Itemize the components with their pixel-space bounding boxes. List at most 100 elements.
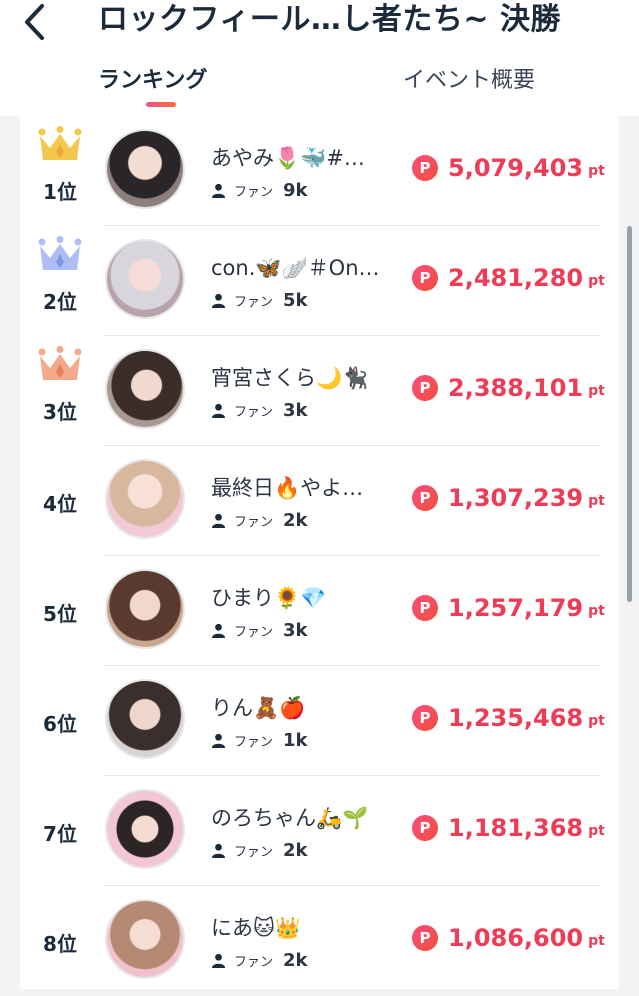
avatar[interactable]: [105, 789, 185, 869]
points-unit: pt: [588, 713, 605, 729]
point-badge-icon: P: [412, 485, 438, 511]
person-icon: [211, 403, 226, 418]
ranking-row[interactable]: 6位 りん🧸🍎 ファン 1k P 1,235,468 pt: [20, 666, 619, 776]
person-icon: [211, 183, 226, 198]
points-unit: pt: [588, 273, 605, 289]
rank-label: 1位: [43, 180, 77, 204]
point-badge-icon: P: [412, 265, 438, 291]
fan-count: ファン 3k: [211, 400, 308, 421]
back-button[interactable]: [14, 0, 54, 44]
fan-label: ファン: [234, 515, 274, 530]
points-unit: pt: [588, 383, 605, 399]
fan-count: ファン 5k: [211, 290, 308, 311]
page-title: ロックフィール…し者たち~ 決勝: [98, 2, 561, 37]
avatar[interactable]: [105, 349, 185, 429]
fan-label: ファン: [234, 955, 274, 970]
fan-label: ファン: [234, 185, 274, 200]
points-unit: pt: [588, 493, 605, 509]
point-badge-icon: P: [412, 705, 438, 731]
points-value: 1,257,179: [448, 594, 584, 622]
user-name[interactable]: con.🦋🪽＃On…: [211, 252, 409, 282]
fan-label: ファン: [234, 405, 274, 420]
fan-value: 1k: [283, 730, 308, 751]
rank-label: 6位: [43, 712, 77, 736]
avatar[interactable]: [105, 899, 185, 979]
ranking-row[interactable]: 5位 ひまり🌻💎 ファン 3k P 1,257,179 pt: [20, 556, 619, 666]
points-value: 5,079,403: [448, 154, 584, 182]
points: P 1,181,368 pt: [412, 814, 605, 842]
ranking-row[interactable]: 3位 宵宮さくら🌙🐈‍⬛ ファン 3k P 2,388,101 pt: [20, 336, 619, 446]
person-icon: [211, 623, 226, 638]
avatar[interactable]: [105, 459, 185, 539]
points-value: 1,307,239: [448, 484, 584, 512]
points: P 1,307,239 pt: [412, 484, 605, 512]
point-badge-icon: P: [412, 375, 438, 401]
points: P 2,481,280 pt: [412, 264, 605, 292]
points-value: 2,388,101: [448, 374, 584, 402]
ranking-row[interactable]: 1位 あやみ🌷🐳#… ファン 9k P 5,079,403 pt: [20, 116, 619, 226]
points: P 5,079,403 pt: [412, 154, 605, 182]
fan-value: 2k: [283, 950, 308, 971]
fan-label: ファン: [234, 845, 274, 860]
points-value: 1,181,368: [448, 814, 584, 842]
user-name[interactable]: あやみ🌷🐳#…: [211, 142, 409, 172]
fan-label: ファン: [234, 625, 274, 640]
user-name[interactable]: 最終日🔥やよ…: [211, 472, 409, 502]
chevron-left-icon: [25, 4, 44, 40]
ranking-row[interactable]: 2位 con.🦋🪽＃On… ファン 5k P 2,481,280 pt: [20, 226, 619, 336]
ranking-row[interactable]: 4位 最終日🔥やよ… ファン 2k P 1,307,239 pt: [20, 446, 619, 556]
tab-event-overview[interactable]: イベント概要: [403, 66, 535, 96]
rank-label: 7位: [43, 822, 77, 846]
person-icon: [211, 843, 226, 858]
user-name[interactable]: 宵宮さくら🌙🐈‍⬛: [211, 362, 409, 392]
user-name[interactable]: のろちゃん🛵🌱: [211, 802, 409, 832]
ranking-row[interactable]: 8位 にあ🐱👑 ファン 2k P 1,086,600 pt: [20, 886, 619, 996]
rank-label: 3位: [43, 400, 77, 424]
crown-icon: [38, 346, 82, 380]
user-name[interactable]: にあ🐱👑: [211, 912, 409, 942]
points-unit: pt: [588, 823, 605, 839]
fan-count: ファン 2k: [211, 840, 308, 861]
points-unit: pt: [588, 603, 605, 619]
point-badge-icon: P: [412, 595, 438, 621]
fan-value: 3k: [283, 620, 308, 641]
points-value: 1,235,468: [448, 704, 584, 732]
rank-label: 8位: [43, 932, 77, 956]
points: P 1,086,600 pt: [412, 924, 605, 952]
points-unit: pt: [588, 933, 605, 949]
user-name[interactable]: りん🧸🍎: [211, 692, 409, 722]
fan-count: ファン 3k: [211, 620, 308, 641]
points-unit: pt: [588, 163, 605, 179]
tab-ranking[interactable]: ランキング: [98, 66, 207, 96]
active-tab-indicator: [146, 102, 176, 107]
crown-icon: [38, 126, 82, 160]
fan-count: ファン 9k: [211, 180, 308, 201]
user-name[interactable]: ひまり🌻💎: [211, 582, 409, 612]
fan-count: ファン 1k: [211, 730, 308, 751]
app-header: ロックフィール…し者たち~ 決勝 ランキング イベント概要: [0, 0, 639, 116]
point-badge-icon: P: [412, 815, 438, 841]
avatar[interactable]: [105, 679, 185, 759]
points-value: 2,481,280: [448, 264, 584, 292]
rank-label: 4位: [43, 492, 77, 516]
points: P 1,257,179 pt: [412, 594, 605, 622]
person-icon: [211, 513, 226, 528]
fan-value: 2k: [283, 510, 308, 531]
fan-value: 9k: [283, 180, 308, 201]
fan-value: 5k: [283, 290, 308, 311]
avatar[interactable]: [105, 569, 185, 649]
points-value: 1,086,600: [448, 924, 584, 952]
avatar[interactable]: [105, 129, 185, 209]
crown-icon: [38, 236, 82, 270]
avatar[interactable]: [105, 239, 185, 319]
person-icon: [211, 733, 226, 748]
points: P 1,235,468 pt: [412, 704, 605, 732]
point-badge-icon: P: [412, 925, 438, 951]
person-icon: [211, 953, 226, 968]
point-badge-icon: P: [412, 155, 438, 181]
rank-label: 2位: [43, 290, 77, 314]
ranking-row[interactable]: 7位 のろちゃん🛵🌱 ファン 2k P 1,181,368 pt: [20, 776, 619, 886]
fan-label: ファン: [234, 295, 274, 310]
scrollbar[interactable]: [627, 226, 632, 602]
rank-label: 5位: [43, 602, 77, 626]
